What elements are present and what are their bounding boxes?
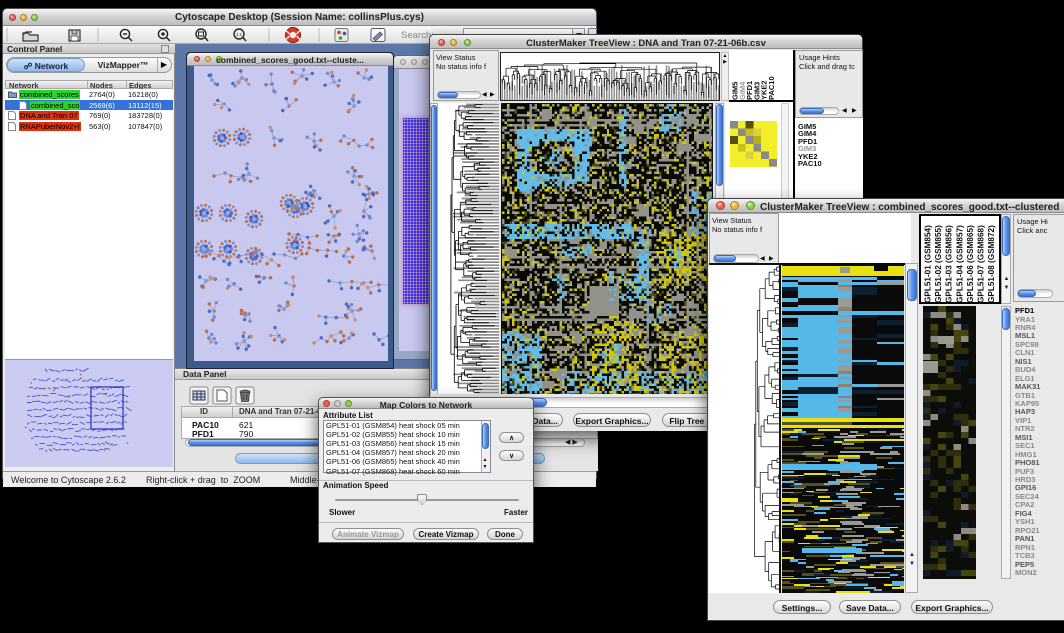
svg-text:GPL51-02 (GSM855): GPL51-02 (GSM855) (934, 225, 943, 303)
svg-text:GPL51-07 (GSM868): GPL51-07 (GSM868) (977, 225, 986, 303)
svg-text:GPL51-04 (GSM857): GPL51-04 (GSM857) (955, 225, 964, 303)
svg-text:PAC10: PAC10 (767, 76, 776, 100)
svg-text:GPL51-08 (GSM872): GPL51-08 (GSM872) (987, 225, 996, 303)
svg-text:1:1: 1:1 (236, 32, 243, 37)
svg-text:GPL51-01 (GSM854): GPL51-01 (GSM854) (924, 225, 933, 303)
svg-text:GPL51-06 (GSM865): GPL51-06 (GSM865) (966, 225, 975, 303)
svg-text:GPL51-03 (GSM856): GPL51-03 (GSM856) (945, 225, 954, 303)
